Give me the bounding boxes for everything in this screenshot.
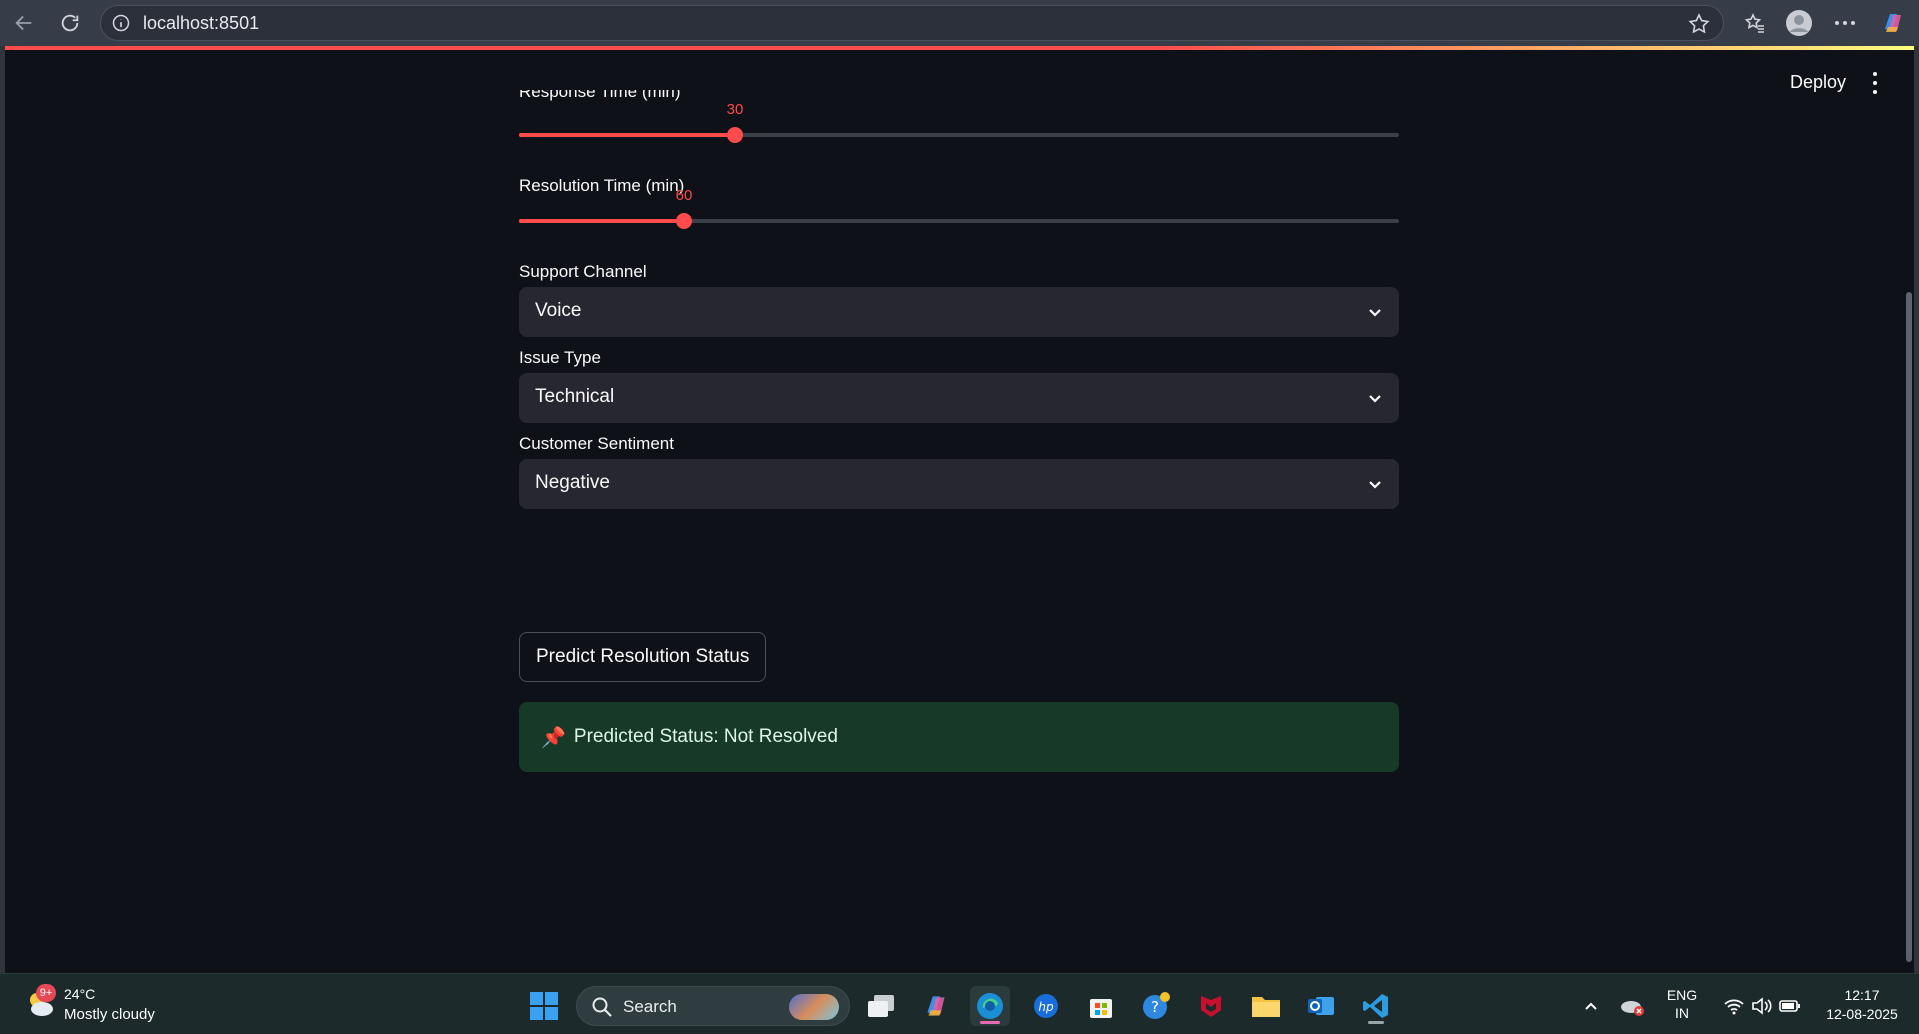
hp-logo-icon: hp	[1034, 994, 1058, 1018]
volume-icon	[1752, 997, 1772, 1015]
outlook-button[interactable]	[1301, 986, 1341, 1026]
chevron-up-icon	[1585, 1002, 1597, 1010]
microsoft-store-button[interactable]	[1081, 986, 1121, 1026]
show-hidden-icons-button[interactable]	[1574, 986, 1608, 1026]
support-channel-label: Support Channel	[519, 262, 647, 281]
search-highlight-art	[789, 994, 839, 1020]
favorites-icon[interactable]	[1740, 8, 1770, 38]
hp-app-button[interactable]: hp	[1026, 986, 1066, 1026]
windows-logo-icon	[530, 992, 558, 1020]
edge-taskbar-button[interactable]	[970, 986, 1010, 1026]
outlook-icon	[1308, 997, 1334, 1015]
start-button[interactable]	[524, 986, 564, 1026]
task-view-icon	[868, 995, 894, 1017]
slider-value: 30	[726, 101, 744, 118]
svg-text:?: ?	[1151, 998, 1159, 1016]
back-button[interactable]	[8, 7, 40, 39]
edge-browser-icon	[977, 993, 1003, 1019]
search-icon	[592, 997, 612, 1017]
resolution-time-slider[interactable]: 60	[519, 187, 1399, 233]
address-bar[interactable]: localhost:8501	[100, 5, 1724, 41]
app-header-decoration	[5, 46, 1914, 50]
reload-icon	[61, 14, 79, 32]
help-app-button[interactable]: ?	[1136, 986, 1176, 1026]
svg-text:hp: hp	[1038, 1000, 1054, 1014]
slider-fill	[519, 219, 684, 223]
more-options-icon[interactable]	[1830, 8, 1860, 38]
response-time-label: Response Time (min)	[519, 90, 681, 101]
mcafee-shield-icon	[1201, 996, 1221, 1017]
customer-sentiment-label: Customer Sentiment	[519, 434, 674, 453]
pushpin-icon: 📌	[541, 725, 566, 749]
issue-type-label: Issue Type	[519, 348, 601, 367]
folder-icon	[1252, 997, 1280, 1017]
customer-sentiment-select[interactable]: Negative	[519, 459, 1399, 509]
store-bag-icon	[1090, 999, 1112, 1018]
chevron-down-icon	[1369, 481, 1381, 489]
onedrive-status-button[interactable]	[1614, 986, 1650, 1026]
support-channel-select[interactable]: Voice	[519, 287, 1399, 337]
weather-temperature: 24°C	[64, 986, 96, 1002]
response-time-label-clip: Response Time (min)	[519, 90, 1399, 104]
favorite-star-icon[interactable]	[1687, 12, 1711, 36]
cloud-error-icon	[1621, 1001, 1644, 1016]
taskbar-search[interactable]: Search	[576, 986, 850, 1026]
app-viewport: Deploy Response Time (min) 30 Resolution…	[0, 46, 1919, 973]
slider-thumb[interactable]	[676, 213, 692, 229]
issue-type-select[interactable]: Technical	[519, 373, 1399, 423]
file-explorer-button[interactable]	[1246, 986, 1286, 1026]
copilot-icon[interactable]	[1878, 8, 1908, 38]
slider-fill	[519, 133, 735, 137]
search-label: Search	[623, 997, 677, 1016]
taskbar: 9+ 24°C Mostly cloudy Search hp ? ENG IN…	[0, 973, 1919, 1034]
resolution-time-label: Resolution Time (min)	[519, 176, 685, 195]
language-code: ENG	[1666, 987, 1698, 1003]
prediction-result-box: 📌 Predicted Status: Not Resolved	[519, 702, 1399, 772]
slider-thumb[interactable]	[727, 127, 743, 143]
reload-button[interactable]	[54, 7, 86, 39]
active-indicator	[980, 1021, 1000, 1024]
url-text[interactable]: localhost:8501	[143, 13, 259, 34]
vscode-icon	[1363, 994, 1388, 1018]
response-time-slider[interactable]: 30	[519, 101, 1399, 147]
deploy-button[interactable]: Deploy	[1790, 72, 1846, 93]
copilot-icon	[927, 996, 945, 1016]
customer-sentiment-value: Negative	[535, 472, 610, 493]
profile-avatar-icon[interactable]	[1784, 8, 1814, 38]
wifi-icon	[1724, 999, 1744, 1015]
battery-icon	[1779, 1000, 1800, 1012]
language-indicator[interactable]: ENG IN	[1656, 986, 1708, 1022]
active-indicator	[1368, 1021, 1384, 1024]
slider-value: 60	[675, 187, 693, 204]
support-channel-value: Voice	[535, 300, 582, 321]
clock[interactable]: 12:17 12-08-2025	[1812, 986, 1912, 1024]
copilot-taskbar-button[interactable]	[916, 986, 956, 1026]
clock-date: 12-08-2025	[1826, 1006, 1898, 1022]
vscode-button[interactable]	[1356, 986, 1396, 1026]
info-icon[interactable]	[111, 13, 131, 33]
weather-description: Mostly cloudy	[64, 1006, 155, 1023]
chevron-down-icon	[1369, 309, 1381, 317]
help-question-icon: ?	[1143, 992, 1170, 1019]
browser-toolbar: localhost:8501	[0, 0, 1919, 46]
language-region: IN	[1675, 1005, 1689, 1021]
page-scrollbar[interactable]	[1906, 292, 1912, 962]
issue-type-value: Technical	[535, 386, 615, 407]
quick-settings-button[interactable]	[1712, 986, 1812, 1026]
mcafee-button[interactable]	[1191, 986, 1231, 1026]
chevron-down-icon	[1369, 395, 1381, 403]
weather-widget[interactable]: 9+ 24°C Mostly cloudy	[20, 984, 190, 1028]
main-menu-icon[interactable]	[1868, 72, 1882, 94]
prediction-result-text: Predicted Status: Not Resolved	[573, 726, 838, 747]
back-arrow-icon	[15, 15, 32, 31]
task-view-button[interactable]	[861, 986, 901, 1026]
weather-badge: 9+	[36, 984, 56, 1002]
predict-resolution-status-button[interactable]: Predict Resolution Status	[519, 632, 767, 682]
clock-time: 12:17	[1844, 987, 1880, 1003]
